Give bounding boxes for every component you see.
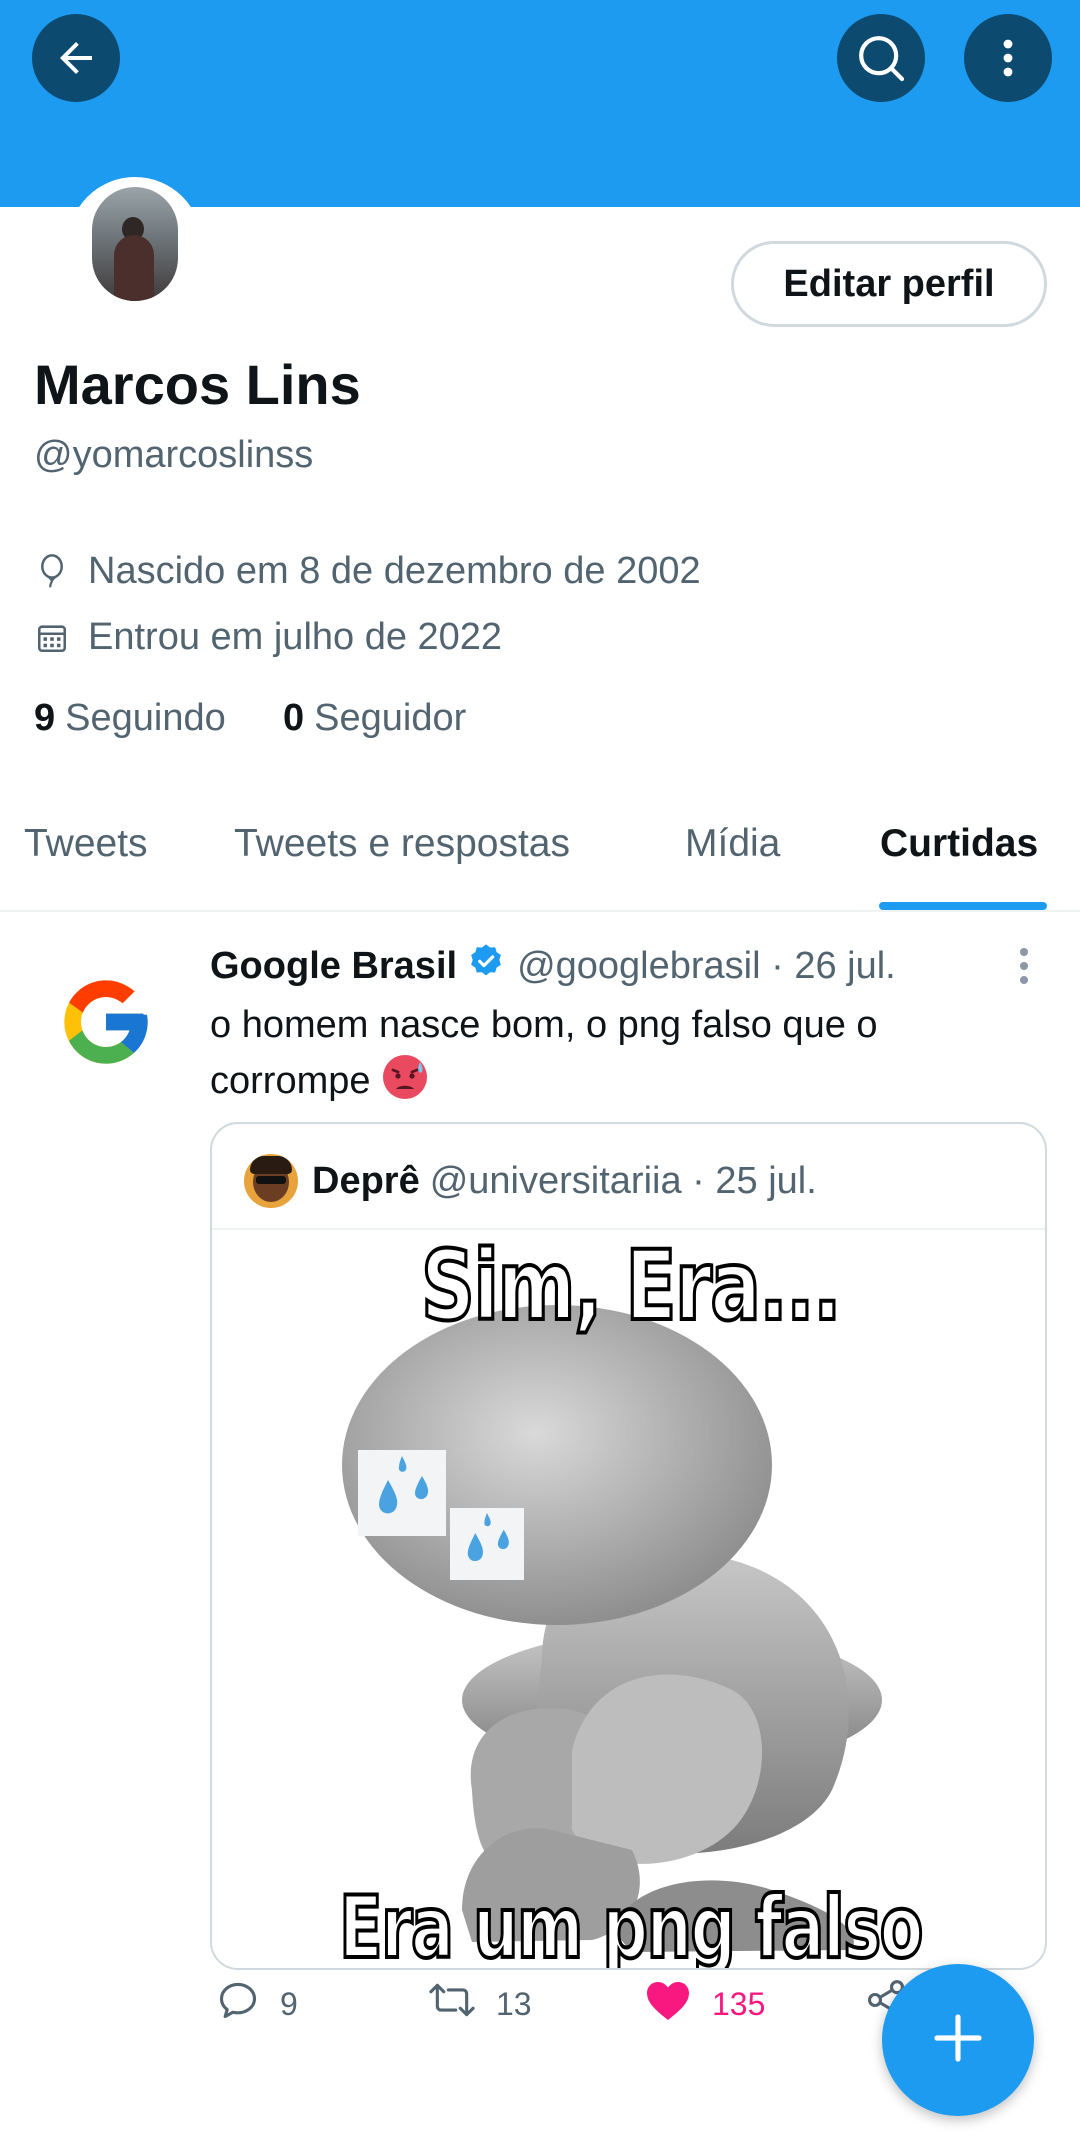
birth-text: Nascido em 8 de dezembro de 2002	[88, 550, 701, 592]
quoted-author: Deprê	[312, 1159, 420, 1202]
meme-bottom-caption: Era um png falso	[338, 1876, 925, 1970]
retweet-button[interactable]: 13	[428, 1978, 532, 2030]
tab-tweets[interactable]: Tweets	[24, 822, 148, 866]
tweet-header: Google Brasil @googlebrasil · 26 jul.	[210, 942, 896, 990]
like-button[interactable]: 135	[644, 1978, 765, 2030]
tab-likes[interactable]: Curtidas	[880, 822, 1038, 866]
tweet-text: o homem nasce bom, o png falso que o cor…	[210, 1004, 878, 1102]
meme-top-caption: Sim, Era...	[419, 1228, 843, 1344]
profile-banner	[0, 0, 1080, 207]
tweet-more-icon[interactable]	[1016, 946, 1032, 991]
search-icon	[853, 30, 909, 86]
balloon-icon	[34, 553, 70, 590]
quoted-tweet[interactable]: Deprê @universitariia · 25 jul. Sim, Era…	[210, 1122, 1047, 1970]
calendar-icon	[34, 620, 70, 656]
profile-tabs: Tweets Tweets e respostas Mídia Curtidas	[0, 822, 1080, 912]
followers-count: 0	[283, 697, 305, 739]
verified-badge-icon	[467, 942, 505, 990]
reply-count: 9	[280, 1985, 298, 2022]
like-count: 135	[712, 1985, 766, 2022]
search-button[interactable]	[837, 14, 925, 102]
following-link[interactable]: 9 Seguindo	[34, 697, 226, 740]
tweet-text-block: o homem nasce bom, o png falso que o cor…	[210, 998, 1030, 1117]
arrow-left-icon	[52, 34, 100, 82]
compose-tweet-button[interactable]	[882, 1964, 1034, 2116]
reply-button[interactable]: 9	[216, 1978, 298, 2030]
avatar	[92, 187, 178, 301]
retweet-count: 13	[496, 1985, 532, 2022]
edit-profile-button[interactable]: Editar perfil	[731, 241, 1047, 327]
plus-icon	[930, 2010, 986, 2071]
birth-row: Nascido em 8 de dezembro de 2002	[34, 550, 701, 593]
active-tab-indicator	[879, 902, 1047, 910]
back-button[interactable]	[32, 14, 120, 102]
more-vertical-icon	[984, 34, 1032, 82]
tab-media[interactable]: Mídia	[685, 822, 780, 866]
hot-face-emoji-icon	[381, 1053, 429, 1117]
avatar-container[interactable]	[68, 177, 202, 311]
retweet-icon	[428, 1978, 496, 2030]
tab-tweets-replies[interactable]: Tweets e respostas	[234, 822, 570, 866]
joined-row: Entrou em julho de 2022	[34, 616, 502, 659]
sweat-drops-emoji-icon-2	[450, 1508, 524, 1580]
profile-handle: @yomarcoslinss	[34, 434, 314, 476]
heart-filled-icon	[644, 1978, 712, 2030]
quoted-author-avatar	[244, 1154, 298, 1208]
joined-text: Entrou em julho de 2022	[88, 616, 503, 658]
meme-image[interactable]: Sim, Era... Era um png falso	[212, 1228, 1045, 1970]
reply-icon	[216, 1978, 280, 2030]
google-logo-avatar[interactable]	[56, 972, 156, 1077]
following-count: 9	[34, 697, 56, 739]
sweat-drops-emoji-icon	[358, 1450, 446, 1536]
following-label: Seguindo	[65, 697, 226, 739]
more-options-button[interactable]	[964, 14, 1052, 102]
profile-name: Marcos Lins	[34, 353, 361, 416]
quoted-handle-date: @universitariia · 25 jul.	[429, 1159, 817, 1202]
tweet-author[interactable]: Google Brasil	[210, 945, 457, 988]
quoted-tweet-header: Deprê @universitariia · 25 jul.	[244, 1154, 817, 1208]
tweet-handle-date: @googlebrasil · 26 jul.	[517, 944, 896, 987]
followers-label: Seguidor	[314, 697, 467, 739]
followers-link[interactable]: 0 Seguidor	[283, 697, 466, 740]
